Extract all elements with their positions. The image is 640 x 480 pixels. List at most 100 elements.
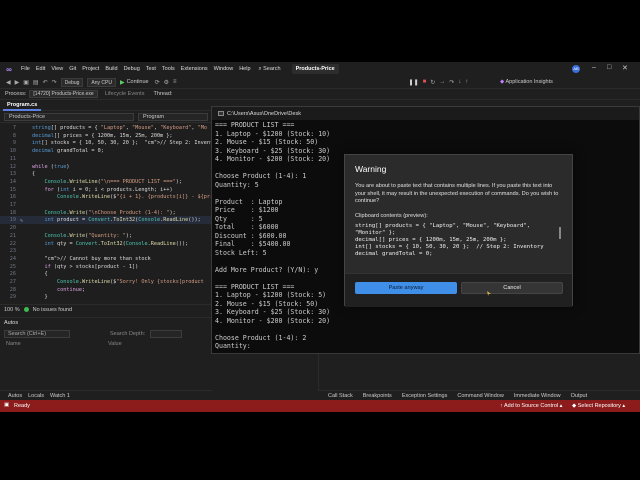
clipboard-preview-label: Clipboard contents (preview): — [355, 213, 428, 219]
select-repository-button[interactable]: ◆ Select Repository ▴ — [572, 403, 625, 409]
console-line: === PRODUCT LIST === — [215, 282, 295, 291]
app-insights-icon: ◆ — [500, 79, 505, 85]
menu-view[interactable]: View — [48, 66, 66, 72]
console-line: 4. Monitor - $200 (Stock: 20) — [215, 316, 331, 325]
forward-icon[interactable]: ▶ — [15, 79, 20, 86]
paste-anyway-button[interactable]: Paste anyway — [355, 282, 457, 294]
application-insights-button[interactable]: ◆ Application Insights — [500, 79, 553, 85]
tab-program-cs[interactable]: Program.cs — [3, 101, 42, 111]
menu-tools[interactable]: Tools — [159, 66, 178, 72]
status-ready: Ready — [14, 403, 30, 409]
autos-panel: Autos Search (Ctrl+E) Search Depth: Name… — [0, 317, 212, 390]
edit-marker-icon: ✎ — [20, 218, 24, 225]
dialog-title: Warning — [355, 164, 387, 174]
menu-git[interactable]: Git — [66, 66, 79, 72]
step-into-icon[interactable]: ↓ — [458, 79, 461, 85]
restart-icon[interactable]: ↻ — [430, 79, 435, 86]
autos-column-name: Name — [6, 341, 21, 347]
attach-icon[interactable]: ⚙ — [164, 79, 169, 86]
zoom-level[interactable]: 100 % — [4, 307, 20, 313]
tab-autos[interactable]: Autos — [8, 393, 22, 399]
continue-icon[interactable]: ▶ — [120, 79, 125, 86]
menu-project[interactable]: Project — [79, 66, 102, 72]
minimize-icon[interactable]: – — [592, 64, 596, 71]
platform-select[interactable]: Any CPU — [87, 77, 116, 87]
menu-test[interactable]: Test — [143, 66, 159, 72]
console-line: Final : $5400.00 — [215, 240, 291, 248]
editor-navigation-bar: Products-Price Program — [0, 112, 212, 123]
pause-icon[interactable]: ❚❚ — [409, 79, 419, 86]
tab-call-stack[interactable]: Call Stack — [328, 393, 353, 399]
menu-bar: ∞ File Edit View Git Project Build Debug… — [0, 62, 640, 76]
menu-build[interactable]: Build — [102, 66, 120, 72]
project-navigation-select[interactable]: Products-Price — [4, 113, 134, 121]
autos-title: Autos — [4, 320, 19, 326]
console-line: 2. Mouse - $15 (Stock: 50) — [215, 299, 319, 308]
tab-exception-settings[interactable]: Exception Settings — [402, 393, 448, 399]
app-insights-label: Application Insights — [505, 79, 553, 85]
console-line: 4. Monitor - $200 (Stock: 20) — [215, 155, 331, 163]
preview-line: decimal[] prices = { 1200m, 15m, 25m, 20… — [355, 237, 507, 243]
console-output[interactable]: === PRODUCT LIST === 1. Laptop - $1200 (S… — [215, 121, 345, 351]
maximize-icon[interactable]: □ — [607, 64, 611, 71]
tab-watch-1[interactable]: Watch 1 — [50, 393, 70, 399]
console-title-bar: C:\Users\Asus\OneDrive\Desk — [212, 107, 639, 120]
add-to-source-control-button[interactable]: ↑ Add to Source Control ▴ — [500, 403, 562, 409]
hot-reload-icon[interactable]: ⟳ — [155, 79, 160, 86]
issues-status[interactable]: No issues found — [33, 307, 72, 313]
preview-scrollbar[interactable] — [559, 227, 561, 239]
search-depth-select[interactable] — [150, 330, 182, 338]
account-avatar[interactable]: AB — [572, 65, 580, 73]
tab-immediate-window[interactable]: Immediate Window — [514, 393, 561, 399]
lifecycle-events-button[interactable]: Lifecycle Events — [105, 91, 145, 97]
autos-search-input[interactable]: Search (Ctrl+E) — [4, 330, 70, 338]
search-menu[interactable]: ⌕ Search — [256, 65, 284, 74]
tab-output[interactable]: Output — [571, 393, 588, 399]
step-out-icon[interactable]: ↑ — [465, 79, 468, 85]
menu-window[interactable]: Window — [211, 66, 237, 72]
console-line: Add More Product? (Y/N): y — [215, 265, 319, 274]
redo-icon[interactable]: ↷ — [52, 79, 57, 86]
code-line[interactable]: 29 } — [0, 293, 212, 301]
search-icon: ⌕ — [258, 65, 262, 72]
menu-file[interactable]: File — [18, 66, 33, 72]
console-line: Choose Product (1-4): 2 — [215, 333, 307, 342]
save-icon[interactable]: ▤ — [33, 79, 39, 86]
menu-debug[interactable]: Debug — [121, 66, 143, 72]
menu-edit[interactable]: Edit — [33, 66, 48, 72]
console-line: === PRODUCT LIST === — [215, 121, 295, 129]
close-icon[interactable]: ✕ — [622, 64, 628, 72]
step-over-icon[interactable]: ↷ — [449, 79, 454, 86]
console-line: Quantity: 5 — [215, 180, 259, 189]
console-line: 3. Keyboard - $25 (Stock: 30) — [215, 308, 331, 316]
console-icon — [218, 111, 224, 116]
tab-command-window[interactable]: Command Window — [457, 393, 503, 399]
code-editor[interactable]: 7 string[] products = { "Laptop", "Mouse"… — [0, 124, 212, 302]
tab-breakpoints[interactable]: Breakpoints — [363, 393, 392, 399]
cancel-button[interactable]: Cancel — [461, 282, 563, 294]
console-line: Stock Left: 5 — [215, 248, 267, 257]
show-next-statement-icon[interactable]: → — [439, 79, 445, 85]
menu-help[interactable]: Help — [236, 66, 253, 72]
console-line: Choose Product (1-4): 1 — [215, 172, 307, 180]
continue-button[interactable]: Continue — [127, 79, 149, 85]
back-icon[interactable]: ◀ — [6, 79, 11, 86]
menu-extensions[interactable]: Extensions — [178, 66, 211, 72]
process-select[interactable]: [14720] Products-Price.exe — [29, 90, 98, 98]
diagnostics-icon[interactable]: ≡ — [173, 79, 177, 85]
type-navigation-select[interactable]: Program — [138, 113, 208, 121]
config-select[interactable]: Debug — [60, 77, 84, 87]
console-line: Qty : 5 — [215, 214, 263, 223]
stop-icon[interactable]: ■ — [423, 79, 427, 85]
debug-tabs-left: Autos Locals Watch 1 — [0, 390, 212, 400]
undo-icon[interactable]: ↶ — [43, 79, 48, 86]
search-label: Search — [263, 65, 281, 72]
paste-warning-dialog: Warning You are about to paste text that… — [344, 154, 573, 307]
new-item-icon[interactable]: ▣ — [23, 79, 29, 86]
console-title: C:\Users\Asus\OneDrive\Desk — [227, 110, 301, 117]
preview-line: decimal grandTotal = 0; — [355, 251, 433, 257]
tab-locals[interactable]: Locals — [28, 393, 44, 399]
